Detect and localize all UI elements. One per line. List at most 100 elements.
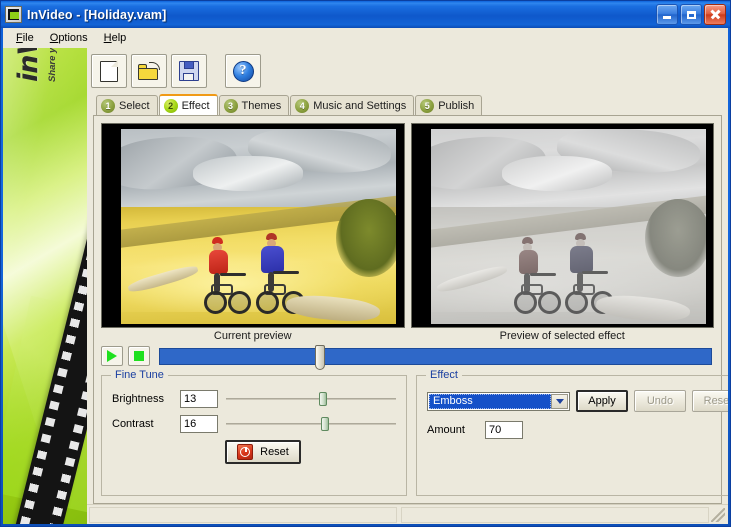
tab-effect[interactable]: 2 Effect: [158, 94, 218, 115]
amount-label: Amount: [427, 424, 465, 436]
menu-bar: FFileile Options Help: [3, 28, 728, 48]
playback-controls: [101, 344, 714, 370]
client-area: FFileile Options Help inVideo Share your…: [3, 28, 728, 524]
tab-number-badge: 1: [101, 98, 115, 113]
tab-themes[interactable]: 3 Themes: [218, 95, 290, 115]
undo-button: Undo: [634, 390, 686, 412]
resize-grip[interactable]: [711, 507, 725, 522]
undo-label: Undo: [646, 395, 674, 407]
window-controls: [656, 4, 727, 25]
apply-label: Apply: [588, 395, 616, 407]
save-disk-icon: [179, 61, 199, 81]
close-button[interactable]: [704, 4, 726, 25]
effect-controls-row: Emboss Apply Undo Rese: [427, 390, 728, 412]
chevron-down-icon: [555, 398, 564, 404]
apply-button[interactable]: Apply: [576, 390, 628, 412]
banner-logo-text: inVideo: [13, 48, 44, 82]
fine-tune-group: Fine Tune Brightness 13 Contrast 16 Rese…: [101, 369, 407, 496]
amount-input[interactable]: 70: [485, 421, 523, 439]
brightness-slider-thumb[interactable]: [318, 392, 327, 406]
maximize-icon: [686, 10, 696, 19]
effect-reset-button: Reset: [692, 390, 728, 412]
effect-preview-frame: [430, 129, 706, 324]
save-button[interactable]: [171, 54, 207, 88]
preview-captions: Current preview Preview of selected effe…: [101, 330, 714, 342]
current-preview-video[interactable]: [101, 123, 405, 328]
effect-preview-caption: Preview of selected effect: [499, 330, 625, 342]
stop-button[interactable]: [128, 346, 150, 366]
tab-publish[interactable]: 5 Publish: [415, 95, 483, 115]
play-button[interactable]: [101, 346, 123, 366]
window-title: InVideo - [Holiday.vam]: [27, 7, 167, 22]
title-bar: InVideo - [Holiday.vam]: [1, 1, 730, 28]
minimize-icon: [663, 16, 671, 19]
banner-logo: inVideo: [13, 48, 44, 82]
banner-tagline: Share your home video online: [47, 48, 58, 82]
status-pane-right: [401, 506, 709, 523]
fine-tune-reset-row: Reset: [112, 440, 396, 464]
effect-group: Effect Emboss Apply Undo Rese Amount 70: [416, 369, 728, 496]
power-reset-icon: [237, 444, 254, 460]
preview-panes: [101, 123, 714, 328]
effect-preview-video[interactable]: [410, 123, 714, 328]
effect-reset-label: Reset: [703, 395, 728, 407]
toolbar: ?: [87, 48, 728, 94]
tab-label: Select: [119, 99, 150, 112]
open-button[interactable]: [131, 54, 167, 88]
tab-select[interactable]: 1 Select: [96, 95, 158, 115]
tab-number-badge: 5: [420, 98, 435, 113]
effect-dropdown-arrow[interactable]: [551, 393, 568, 409]
tab-number-badge: 3: [223, 98, 238, 113]
bikers-scene-embossed: [430, 129, 706, 324]
effect-dropdown[interactable]: Emboss: [427, 391, 570, 411]
fine-tune-title: Fine Tune: [111, 369, 168, 381]
tab-label: Themes: [241, 99, 282, 112]
contrast-slider-thumb[interactable]: [320, 417, 329, 431]
contrast-slider[interactable]: [226, 415, 396, 433]
brightness-input[interactable]: 13: [180, 390, 218, 408]
body-row: inVideo Share your home video online: [3, 48, 728, 524]
stop-square-icon: [134, 351, 144, 361]
settings-groups: Fine Tune Brightness 13 Contrast 16 Rese…: [101, 369, 728, 496]
close-icon: [710, 9, 721, 20]
fine-tune-reset-button[interactable]: Reset: [225, 440, 301, 464]
status-bar: [87, 504, 728, 524]
brightness-row: Brightness 13: [112, 390, 396, 408]
app-icon: [5, 6, 22, 23]
main-panel: ? 1 Select 2 Effect 3 Themes 4 Music and…: [87, 48, 728, 524]
effect-tab-page: Current preview Preview of selected effe…: [93, 115, 728, 504]
minimize-button[interactable]: [656, 4, 678, 25]
maximize-button[interactable]: [680, 4, 702, 25]
status-pane-left: [89, 506, 397, 523]
help-question-icon: ?: [232, 60, 254, 82]
tab-label: Publish: [438, 99, 475, 112]
tab-label: Music and Settings: [313, 99, 407, 112]
tab-label: Effect: [181, 99, 210, 112]
brightness-slider[interactable]: [226, 390, 396, 408]
contrast-slider-track: [226, 423, 396, 425]
tab-music-and-settings[interactable]: 4 Music and Settings: [290, 95, 415, 115]
fine-tune-reset-label: Reset: [260, 446, 289, 458]
new-document-icon: [100, 60, 118, 82]
seek-slider-thumb[interactable]: [314, 344, 325, 370]
contrast-label: Contrast: [112, 418, 154, 430]
application-window: InVideo - [Holiday.vam] FFileile Options…: [0, 0, 731, 527]
play-triangle-icon: [107, 350, 117, 362]
menu-file[interactable]: FFileile: [9, 30, 41, 46]
brightness-label: Brightness: [112, 393, 164, 405]
contrast-input[interactable]: 16: [180, 415, 218, 433]
tab-number-badge: 2: [163, 98, 178, 113]
open-folder-icon: [138, 62, 160, 80]
menu-options[interactable]: Options: [43, 30, 95, 46]
wizard-tabs: 1 Select 2 Effect 3 Themes 4 Music and S…: [87, 94, 728, 115]
brightness-slider-track: [226, 398, 396, 400]
tab-number-badge: 4: [295, 98, 310, 113]
new-button[interactable]: [91, 54, 127, 88]
effect-group-title: Effect: [426, 369, 462, 381]
current-preview-frame: [121, 129, 396, 324]
amount-slider[interactable]: [533, 421, 728, 439]
bikers-scene: [121, 129, 396, 324]
seek-slider[interactable]: [159, 344, 712, 370]
help-button[interactable]: ?: [225, 54, 261, 88]
menu-help[interactable]: Help: [97, 30, 134, 46]
